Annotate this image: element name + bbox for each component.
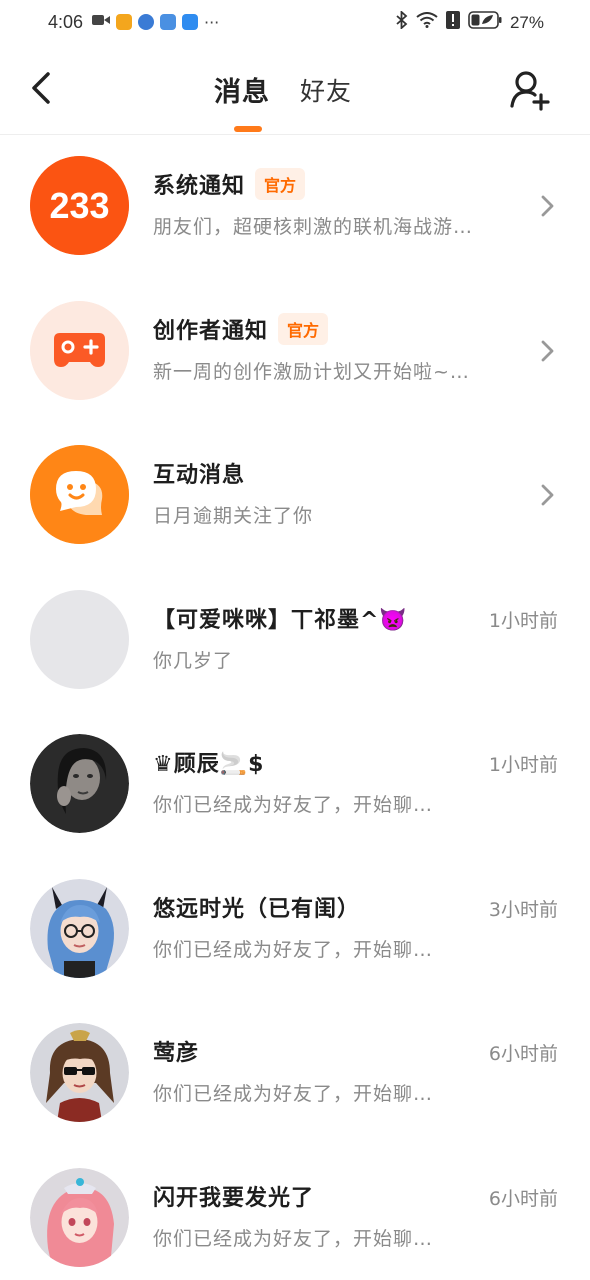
message-time: 6小时前 (488, 1187, 558, 1210)
interaction-avatar (30, 445, 129, 544)
chevron-right-icon (541, 195, 554, 217)
official-badge: 官方 (278, 312, 329, 345)
tab-indicator (234, 126, 262, 132)
conversation-preview: 朋友们，超硬核刺激的联机海战游… (153, 216, 474, 238)
chevron-right-icon (541, 340, 554, 361)
messages-page: 4:06 ··· 27% 消息 好友 233 系统通知 官方 朋友们，超硬核刺激… (0, 0, 590, 1280)
anime-avatar (30, 1167, 129, 1267)
avatar (30, 734, 129, 833)
conversation-item-interaction[interactable]: 互动消息 日月逾期关注了你 (0, 423, 590, 568)
conversation-item[interactable]: 悠远时光（已有闺） 你们已经成为好友了，开始聊… 3小时前 (0, 857, 590, 1002)
conversation-preview: 你们已经成为好友了，开始聊… (153, 794, 434, 816)
system-icons: 27% (396, 9, 544, 34)
gamepad-icon (30, 300, 129, 400)
avatar (30, 1023, 129, 1122)
conversation-item-creator[interactable]: 创作者通知 官方 新一周的创作激励计划又开始啦~… (0, 279, 590, 424)
add-user-icon (510, 71, 550, 111)
status-bar: 4:06 ··· 27% (0, 0, 590, 46)
photo-avatar (30, 734, 129, 833)
message-time: 6小时前 (488, 1043, 558, 1065)
chat-bubble-icon (30, 445, 129, 544)
svg-text:233: 233 (49, 185, 109, 226)
anime-avatar (30, 878, 129, 978)
conversation-item[interactable]: 闪开我要发光了 你们已经成为好友了，开始聊… 6小时前 (0, 1146, 590, 1280)
add-friend-button[interactable] (508, 68, 552, 112)
cloud-icon (182, 14, 198, 30)
system-notice-avatar: 233 (30, 156, 129, 255)
message-time: 3小时前 (488, 898, 558, 921)
message-time: 1小时前 (488, 754, 558, 776)
conversation-item[interactable]: 莺彦 你们已经成为好友了，开始聊… 6小时前 (0, 1001, 590, 1146)
conversation-preview: 你们已经成为好友了，开始聊… (153, 938, 434, 961)
back-button[interactable] (26, 66, 62, 110)
conversation-preview: 新一周的创作激励计划又开始啦~… (153, 360, 470, 383)
notification-icons: ··· (92, 12, 219, 32)
logo-233-icon: 233 (30, 156, 129, 255)
avatar (30, 878, 129, 978)
tab-friends[interactable]: 好友 (300, 72, 352, 111)
conversation-preview: 你几岁了 (153, 649, 234, 672)
globe-icon (138, 14, 154, 30)
creator-notice-avatar (30, 300, 129, 400)
video-icon (92, 12, 110, 32)
conversation-item[interactable]: ♛顾辰🚬$ 你们已经成为好友了，开始聊… 1小时前 (0, 712, 590, 857)
chevron-right-icon (541, 484, 554, 506)
conversation-item-system[interactable]: 233 系统通知 官方 朋友们，超硬核刺激的联机海战游… (0, 134, 590, 279)
conversation-preview: 日月逾期关注了你 (153, 505, 314, 527)
tab-messages[interactable]: 消息 (214, 70, 270, 109)
conversation-item[interactable]: 【可爱咪咪】丅祁墨^👿 你几岁了 1小时前 (0, 568, 590, 713)
conversation-name: 系统通知 (153, 174, 246, 199)
conversation-name: 互动消息 (153, 463, 246, 488)
back-arrow-icon (32, 72, 50, 104)
official-badge: 官方 (255, 168, 306, 200)
avatar (30, 589, 129, 689)
message-time: 1小时前 (488, 609, 558, 632)
conversation-name: 悠远时光（已有闺） (153, 896, 361, 922)
more-dots-icon: ··· (204, 12, 220, 32)
conversation-name: 闪开我要发光了 (153, 1185, 315, 1211)
alert-icon (445, 11, 460, 34)
conversation-preview: 你们已经成为好友了，开始聊… (153, 1083, 434, 1105)
conversation-name: 【可爱咪咪】丅祁墨^👿 (153, 607, 408, 633)
header: 消息 好友 (0, 46, 590, 135)
anime-avatar (30, 1023, 129, 1122)
battery-icon (468, 11, 502, 34)
app-icon (116, 14, 132, 30)
avatar (30, 1167, 129, 1267)
tab-bar: 消息 好友 (214, 70, 352, 109)
music-icon (160, 14, 176, 30)
conversation-name: 莺彦 (153, 1041, 200, 1066)
conversation-name: 创作者通知 (153, 318, 269, 344)
conversation-name: ♛顾辰🚬$ (153, 752, 265, 777)
wifi-icon (416, 12, 438, 33)
bluetooth-icon (396, 9, 408, 34)
status-time: 4:06 (48, 12, 84, 32)
conversation-list: 233 系统通知 官方 朋友们，超硬核刺激的联机海战游… 创作者通知 官方 新一… (0, 134, 590, 1280)
battery-percent: 27% (509, 12, 544, 32)
conversation-preview: 你们已经成为好友了，开始聊… (153, 1227, 434, 1250)
